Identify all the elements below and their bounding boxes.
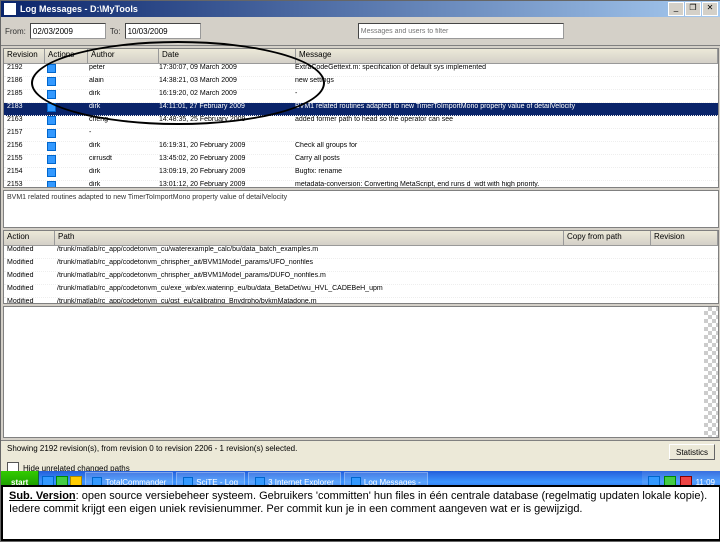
- from-label: From:: [5, 27, 26, 36]
- col-actions[interactable]: Actions: [45, 49, 88, 63]
- col-author[interactable]: Author: [88, 49, 159, 63]
- col-date[interactable]: Date: [159, 49, 296, 63]
- search-input[interactable]: [358, 23, 564, 39]
- table-row[interactable]: 2157-: [4, 129, 718, 142]
- caption-text: : open source versiebeheer systeem. Gebr…: [9, 490, 707, 515]
- col-copy[interactable]: Copy from path: [564, 231, 651, 245]
- table-row[interactable]: 2156dirk16:19:31, 20 February 2009Check …: [4, 142, 718, 155]
- table-row[interactable]: 2183dirk14:11:01, 27 February 2009BVM1 r…: [4, 103, 718, 116]
- col-message[interactable]: Message: [296, 49, 718, 63]
- file-row[interactable]: Modified/trunk/matlab/rc_app/codetonvm_c…: [4, 285, 718, 298]
- to-label: To:: [110, 27, 121, 36]
- file-row[interactable]: Modified/trunk/matlab/rc_app/codetonvm_c…: [4, 259, 718, 272]
- titlebar: Log Messages - D:\MyTools _ ❐ ✕: [1, 1, 720, 17]
- status-summary: Showing 2192 revision(s), from revision …: [7, 444, 669, 460]
- revision-grid-body[interactable]: 2192peter17:30:07, 09 March 2009ExtraCod…: [4, 64, 718, 188]
- file-row[interactable]: Modified/trunk/matlab/rc_app/codetonvm_c…: [4, 272, 718, 285]
- file-grid: Action Path Copy from path Revision Modi…: [3, 230, 719, 304]
- maximize-button[interactable]: ❐: [685, 2, 701, 16]
- revision-grid: Revision Actions Author Date Message 219…: [3, 48, 719, 188]
- filter-toolbar: From: To:: [1, 17, 720, 46]
- minimize-button[interactable]: _: [668, 2, 684, 16]
- table-row[interactable]: 2163cheng14:48:35, 25 February 2009added…: [4, 116, 718, 129]
- file-row[interactable]: Modified/trunk/matlab/rc_app/codetonvm_c…: [4, 246, 718, 259]
- col-path[interactable]: Path: [55, 231, 564, 245]
- close-button[interactable]: ✕: [702, 2, 718, 16]
- lower-pane: [3, 306, 719, 438]
- table-row[interactable]: 2154dirk13:09:19, 20 February 2009Bugfix…: [4, 168, 718, 181]
- date-to-input[interactable]: [125, 23, 201, 39]
- table-row[interactable]: 2155cirrusdt13:45:02, 20 February 2009Ca…: [4, 155, 718, 168]
- caption-title: Sub. Version: [9, 490, 76, 502]
- col-rev2[interactable]: Revision: [651, 231, 718, 245]
- table-row[interactable]: 2153dirk13:01:12, 20 February 2009metada…: [4, 181, 718, 188]
- table-row[interactable]: 2192peter17:30:07, 09 March 2009ExtraCod…: [4, 64, 718, 77]
- app-icon: [4, 3, 16, 15]
- date-from-input[interactable]: [30, 23, 106, 39]
- transparency-checker: [704, 307, 718, 437]
- table-row[interactable]: 2186alain14:38:21, 03 March 2009new sett…: [4, 77, 718, 90]
- col-action[interactable]: Action: [4, 231, 55, 245]
- caption-overlay: Sub. Version: open source versiebeheer s…: [1, 485, 720, 541]
- col-revision[interactable]: Revision: [4, 49, 45, 63]
- window: Log Messages - D:\MyTools _ ❐ ✕ From: To…: [0, 0, 720, 542]
- table-row[interactable]: 2185dirk16:19:20, 02 March 2009-: [4, 90, 718, 103]
- commit-message-box[interactable]: BVM1 related routines adapted to new Tim…: [3, 190, 719, 228]
- file-grid-body[interactable]: Modified/trunk/matlab/rc_app/codetonvm_c…: [4, 246, 718, 304]
- statistics-button[interactable]: Statistics: [669, 444, 715, 460]
- window-title: Log Messages - D:\MyTools: [20, 4, 668, 14]
- file-row[interactable]: Modified/trunk/matlab/rc_app/codetonvm_c…: [4, 298, 718, 304]
